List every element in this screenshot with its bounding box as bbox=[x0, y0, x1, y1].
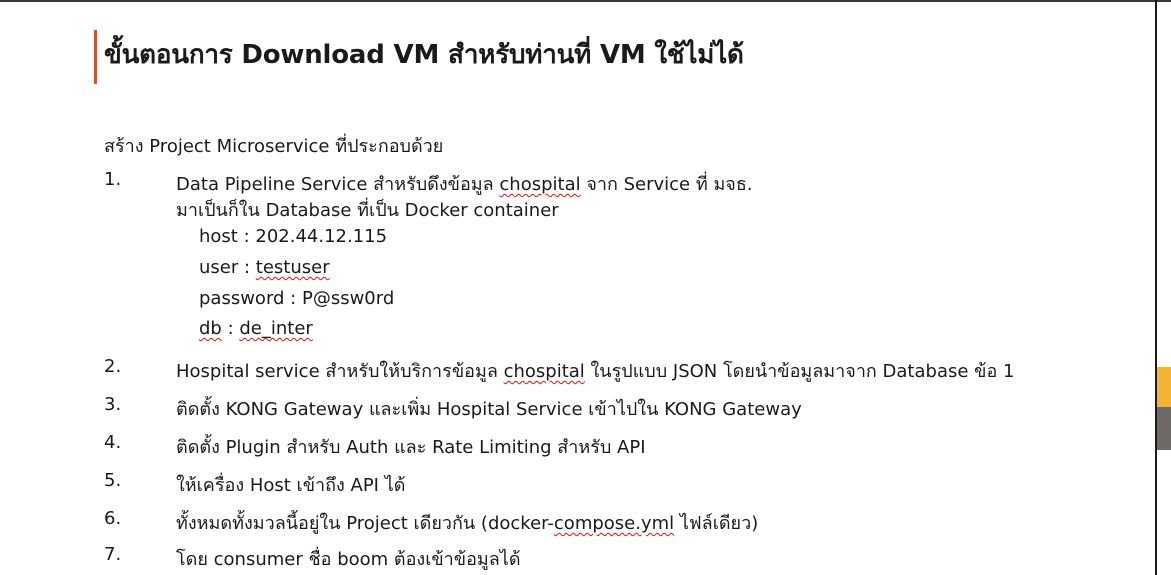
detail-password: password : P@ssw0rd bbox=[199, 288, 394, 309]
step-2-text-pre: Hospital service สำหรับให้บริการข้อมูล bbox=[176, 361, 504, 382]
side-accent-orange bbox=[1157, 367, 1171, 407]
detail-host-label: host : bbox=[199, 226, 256, 247]
slide-right-border bbox=[1155, 0, 1157, 575]
title-accent-bar bbox=[94, 30, 97, 84]
slide-title: ขั้นตอนการ Download VM สำหรับท่านที่ VM … bbox=[104, 40, 744, 70]
detail-user-value: testuser bbox=[255, 257, 330, 278]
side-accent-gray bbox=[1157, 407, 1171, 450]
step-7-text: โดย consumer ชื่อ boom ต้องเข้าข้อมูลได้ bbox=[176, 549, 521, 570]
step-2-text: Hospital service สำหรับให้บริการข้อมูล c… bbox=[176, 356, 1014, 385]
step-6-flagged-word: compose.yml bbox=[553, 513, 675, 534]
detail-user-label: user : bbox=[199, 257, 256, 278]
step-3-number: 3. bbox=[104, 394, 122, 415]
detail-db: db : de_inter bbox=[199, 318, 313, 339]
detail-password-value: P@ssw0rd bbox=[301, 288, 395, 309]
step-5-number: 5. bbox=[104, 470, 122, 491]
step-3-text: ติดตั้ง KONG Gateway และเพิ่ม Hospital S… bbox=[176, 399, 802, 420]
step-1-flagged-word: chospital bbox=[499, 174, 581, 195]
detail-host-value: 202.44.12.115 bbox=[255, 226, 388, 247]
detail-db-sep: : bbox=[221, 318, 240, 339]
step-7-number: 7. bbox=[104, 544, 122, 565]
detail-user: user : testuser bbox=[199, 257, 330, 278]
step-4-number: 4. bbox=[104, 432, 122, 453]
step-1-text-pre: Data Pipeline Service สำหรับดึงข้อมูล bbox=[176, 174, 500, 195]
step-4-text: ติดตั้ง Plugin สำหรับ Auth และ Rate Limi… bbox=[176, 437, 646, 458]
detail-db-label: db bbox=[199, 318, 222, 339]
step-6-number: 6. bbox=[104, 508, 122, 529]
detail-db-value: de_inter bbox=[239, 318, 313, 339]
step-1-number: 1. bbox=[104, 169, 122, 190]
step-2-text-post: ในรูปแบบ JSON โดยนำข้อมูลมาจาก Database … bbox=[584, 361, 1015, 382]
step-6-text-post: ไฟล์เดียว) bbox=[674, 513, 759, 534]
step-2-number: 2. bbox=[104, 356, 122, 377]
step-2-flagged-word: chospital bbox=[503, 361, 585, 382]
step-1-text-post: จาก Service ที่ มจธ. bbox=[580, 174, 753, 195]
step-6-text: ทั้งหมดทั้งมวลนี้อยู่ใน Project เดียวกัน… bbox=[176, 508, 758, 537]
intro-text: สร้าง Project Microservice ที่ประกอบด้วย bbox=[104, 136, 444, 157]
detail-host: host : 202.44.12.115 bbox=[199, 226, 387, 247]
detail-password-label: password : bbox=[199, 288, 302, 309]
step-5-text: ให้เครื่อง Host เข้าถึง API ได้ bbox=[176, 475, 406, 496]
step-1-line-2: มาเป็นก็ใน Database ที่เป็น Docker conta… bbox=[176, 200, 559, 221]
step-1-line-1: Data Pipeline Service สำหรับดึงข้อมูล ch… bbox=[176, 169, 753, 198]
step-6-text-pre: ทั้งหมดทั้งมวลนี้อยู่ใน Project เดียวกัน… bbox=[176, 513, 554, 534]
slide-top-border bbox=[0, 0, 1171, 2]
